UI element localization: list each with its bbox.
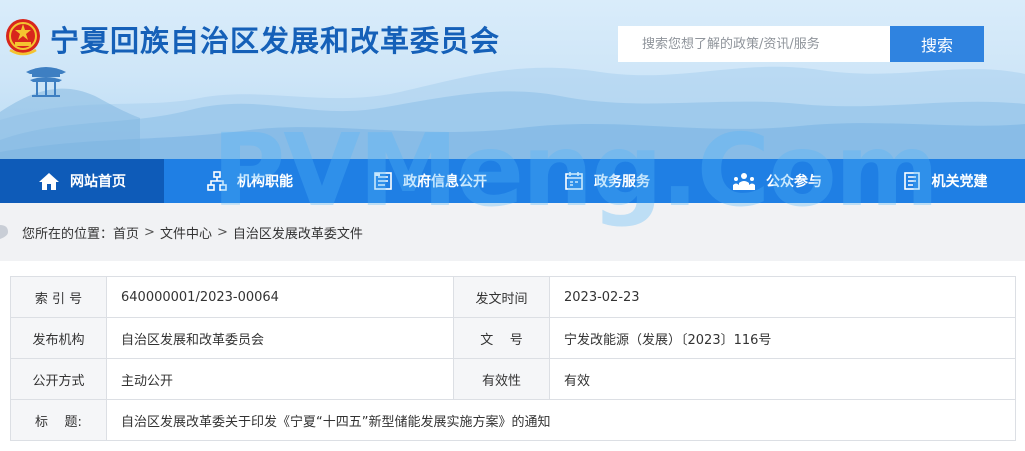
home-icon [39, 173, 59, 190]
docno-value: 宁发改能源（发展）〔2023〕116号 [549, 317, 1016, 359]
nav-item-label: 网站首页 [70, 174, 126, 190]
breadcrumb-prefix: 您所在的位置： [22, 226, 114, 242]
table-row: 公开方式 主动公开 有效性 有效 [10, 358, 1016, 400]
nav-item-gov-service[interactable]: 政务服务 [524, 159, 690, 203]
title-value: 自治区发展改革委关于印发《宁夏“十四五”新型储能发展实施方案》的通知 [106, 399, 1016, 441]
docno-label: 文 号 [453, 317, 550, 359]
breadcrumb-home[interactable]: 首页 [113, 223, 139, 242]
issuer-label: 发布机构 [10, 317, 107, 359]
breadcrumb-file-center[interactable]: 文件中心 [160, 223, 212, 242]
nav-item-label: 机构职能 [237, 174, 293, 190]
disclosure-value: 主动公开 [106, 358, 454, 400]
national-emblem-icon [6, 19, 40, 56]
table-row: 索 引 号 640000001/2023-00064 发文时间 2023-02-… [10, 276, 1016, 318]
validity-value: 有效 [549, 358, 1016, 400]
breadcrumb-separator: > [216, 224, 228, 240]
date-value: 2023-02-23 [549, 276, 1016, 318]
document-info-table: 索 引 号 640000001/2023-00064 发文时间 2023-02-… [10, 276, 1016, 441]
nav-item-public-participation[interactable]: 公众参与 [690, 159, 864, 203]
breadcrumb-separator: > [144, 224, 155, 240]
people-icon [733, 173, 755, 190]
nav-item-organization[interactable]: 机构职能 [164, 159, 336, 203]
document-list-icon [374, 172, 392, 190]
pavilion-icon [26, 67, 66, 97]
notes-icon [903, 172, 920, 190]
date-label: 发文时间 [453, 276, 550, 318]
search-button[interactable]: 搜索 [890, 26, 984, 62]
nav-item-label: 公众参与 [766, 174, 822, 190]
nav-item-home[interactable]: 网站首页 [0, 159, 164, 203]
issuer-value: 自治区发展和改革委员会 [106, 317, 454, 359]
index-value: 640000001/2023-00064 [106, 276, 454, 318]
index-label: 索 引 号 [10, 276, 107, 318]
nav-item-label: 政务服务 [594, 174, 650, 190]
breadcrumb: 您所在的位置： 首页 > 文件中心 > 自治区发展改革委文件 [0, 203, 1025, 261]
calendar-service-icon [565, 172, 583, 190]
location-pin-icon [0, 225, 8, 239]
header-banner: 宁夏回族自治区发展和改革委员会 搜索 [0, 0, 1025, 159]
table-row: 发布机构 自治区发展和改革委员会 文 号 宁发改能源（发展）〔2023〕116号 [10, 317, 1016, 359]
main-nav: 网站首页 机构职能 政府信息公开 政务服务 公众参与 机关党建 [0, 159, 1025, 203]
search-input[interactable] [618, 26, 890, 62]
nav-item-label: 机关党建 [931, 174, 988, 190]
nav-item-party-building[interactable]: 机关党建 [864, 159, 1025, 203]
site-title: 宁夏回族自治区发展和改革委员会 [50, 24, 501, 58]
title-label: 标 题: [10, 399, 107, 441]
table-row: 标 题: 自治区发展改革委关于印发《宁夏“十四五”新型储能发展实施方案》的通知 [10, 399, 1016, 441]
disclosure-label: 公开方式 [10, 358, 107, 400]
org-chart-icon [207, 171, 227, 191]
nav-item-gov-info[interactable]: 政府信息公开 [336, 159, 524, 203]
validity-label: 有效性 [453, 358, 550, 400]
breadcrumb-current[interactable]: 自治区发展改革委文件 [233, 223, 363, 242]
nav-item-label: 政府信息公开 [403, 174, 487, 190]
